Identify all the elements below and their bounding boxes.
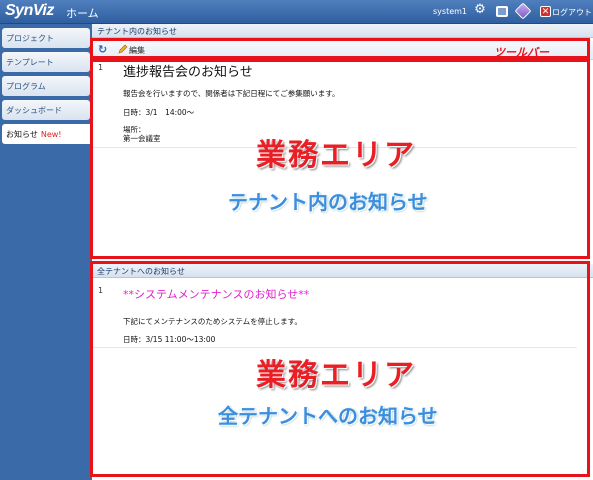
gear-icon[interactable]: ⚙ <box>473 3 487 17</box>
annotation-work-area: 業務エリア <box>256 358 416 393</box>
home-link[interactable]: ホーム <box>66 5 99 21</box>
sidebar-item-projects[interactable]: プロジェクト <box>2 28 90 48</box>
sidebar-item-dashboard[interactable]: ダッシュボード <box>2 100 90 120</box>
sidebar-item-label: ダッシュボード <box>6 106 62 115</box>
layers-icon[interactable] <box>514 2 532 20</box>
notice-title: **システムメンテナンスのお知らせ** <box>123 288 310 301</box>
annotation-tenant-notice: テナント内のお知らせ <box>228 190 428 214</box>
row-number: 1 <box>98 63 104 72</box>
user-name: system1 <box>433 7 468 16</box>
sidebar-item-templates[interactable]: テンプレート <box>2 52 90 72</box>
sidebar-item-programs[interactable]: プログラム <box>2 76 90 96</box>
app-logo[interactable]: SynViz <box>5 2 54 20</box>
window-icon[interactable] <box>496 6 508 17</box>
sidebar-item-label: お知らせ <box>6 130 38 139</box>
sidebar-item-label: プロジェクト <box>6 34 54 43</box>
sidebar-item-label: テンプレート <box>6 58 54 67</box>
notice-body-line: 下記にてメンテナンスのためシステムを停止します。 <box>123 317 302 326</box>
annotation-work-area: 業務エリア <box>256 138 416 173</box>
notice-body-line: 報告会を行いますので、関係者は下記日程にてご参集願います。 <box>123 89 340 98</box>
notice-body-line: 日時：3/15 11:00～13:00 <box>123 335 216 344</box>
sidebar: プロジェクト テンプレート プログラム ダッシュボード お知らせ New! <box>0 24 92 480</box>
row-number: 1 <box>98 286 104 295</box>
notice-body-line: 第一会議室 <box>123 134 161 143</box>
new-badge: New! <box>40 130 62 139</box>
logout-link[interactable]: ログアウト <box>552 7 592 18</box>
edit-button[interactable]: 編集 <box>129 45 145 56</box>
notice-body-line: 日時：3/1 14:00～ <box>123 108 195 117</box>
tenant-panel-header: テナント内のお知らせ <box>92 24 593 38</box>
refresh-icon[interactable]: ↻ <box>98 43 107 56</box>
top-bar: SynViz ホーム system1 ⚙ ✕ ログアウト <box>0 0 593 24</box>
pencil-icon[interactable] <box>118 44 128 54</box>
sidebar-item-notices[interactable]: お知らせ New! <box>2 124 92 144</box>
annotation-toolbar-label: ツールバー <box>494 46 549 59</box>
list-item[interactable]: 1 **システムメンテナンスのお知らせ** 下記にてメンテナンスのためシステムを… <box>92 284 577 348</box>
all-panel-header: 全テナントへのお知らせ <box>92 264 593 278</box>
sidebar-item-label: プログラム <box>6 82 46 91</box>
logout-icon[interactable]: ✕ <box>540 6 551 17</box>
notice-title: 進捗報告会のお知らせ <box>123 65 253 80</box>
annotation-all-tenant-notice: 全テナントへのお知らせ <box>218 404 438 428</box>
